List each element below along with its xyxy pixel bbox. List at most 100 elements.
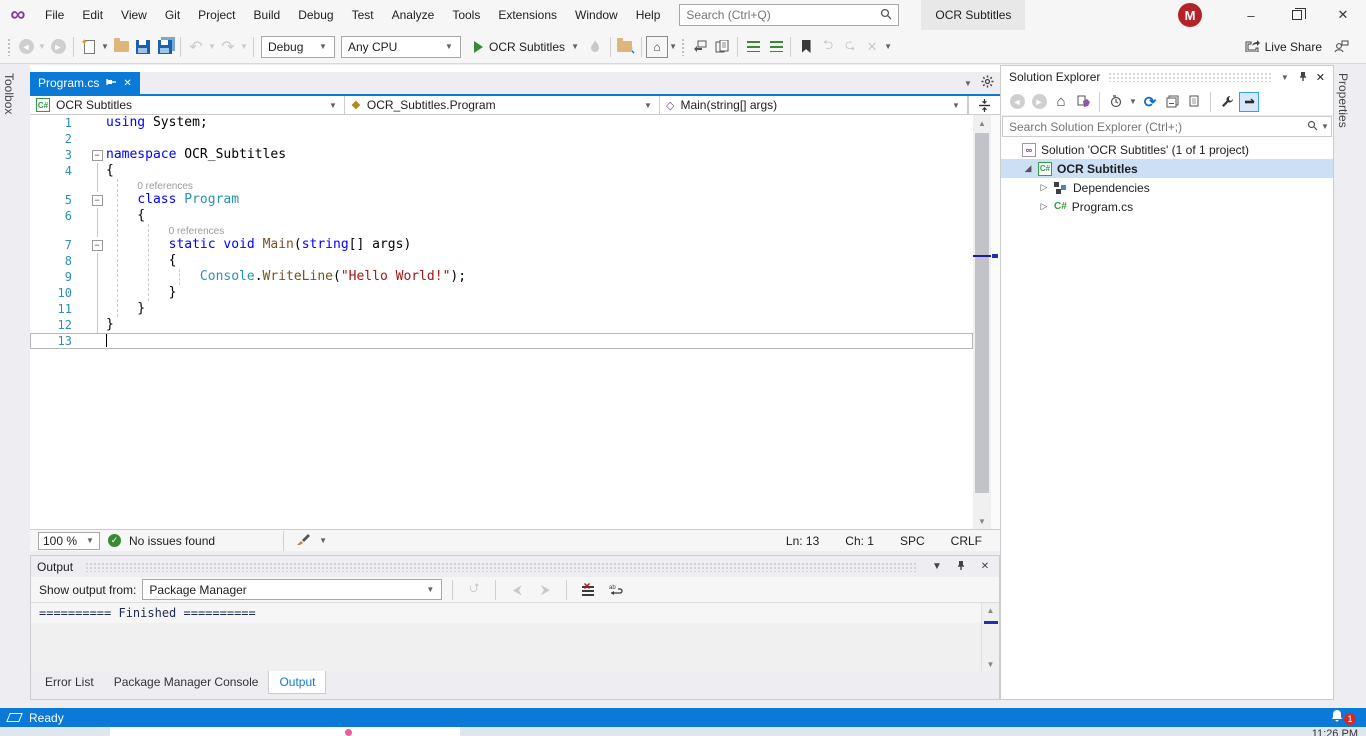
fold-collapse-icon[interactable]: −: [92, 195, 103, 206]
live-share-button[interactable]: Live Share: [1237, 34, 1330, 60]
scroll-up-icon[interactable]: ▲: [973, 115, 991, 131]
codelens-references[interactable]: 0 references: [137, 181, 193, 192]
line-number[interactable]: 5: [30, 192, 88, 208]
new-project-dropdown-icon[interactable]: ▼: [100, 42, 110, 51]
line-number[interactable]: 3: [30, 147, 88, 163]
toolbox-tab[interactable]: Toolbox: [0, 65, 18, 122]
code-line[interactable]: 4{: [30, 163, 973, 179]
code-line[interactable]: 3−namespace OCR_Subtitles: [30, 147, 973, 163]
fold-collapse-icon[interactable]: −: [92, 150, 103, 161]
undo-dropdown-icon[interactable]: ▼: [207, 42, 217, 51]
navigate-back-icon[interactable]: ◄: [15, 36, 37, 58]
toolbar-grip[interactable]: [7, 38, 12, 56]
codelens-references[interactable]: 0 references: [169, 226, 225, 237]
switch-views-icon[interactable]: [1073, 92, 1093, 112]
line-indicator[interactable]: Ln: 13: [786, 534, 819, 548]
output-scrollbar[interactable]: ▲ ▼: [981, 603, 999, 671]
scroll-down-icon[interactable]: ▼: [982, 657, 999, 671]
background-tasks-icon[interactable]: [6, 713, 23, 722]
paste-icon[interactable]: [711, 36, 733, 58]
active-files-dropdown-icon[interactable]: ▼: [963, 79, 973, 88]
menu-help[interactable]: Help: [627, 0, 670, 30]
tab-program-cs[interactable]: Program.cs ✕: [30, 72, 140, 94]
browser-dropdown-icon[interactable]: ▼: [668, 42, 678, 51]
save-icon[interactable]: [132, 36, 154, 58]
decrease-indent-icon[interactable]: [742, 36, 764, 58]
project-dropdown[interactable]: C# OCR Subtitles ▼: [30, 96, 345, 114]
home-icon[interactable]: ⌂: [1051, 92, 1071, 112]
code-line[interactable]: 13: [30, 333, 973, 349]
line-number[interactable]: [30, 179, 88, 192]
column-indicator[interactable]: Ch: 1: [845, 534, 874, 548]
pending-changes-filter-icon[interactable]: [1106, 92, 1126, 112]
line-number[interactable]: [30, 224, 88, 237]
menu-analyze[interactable]: Analyze: [383, 0, 444, 30]
solution-configurations-dropdown[interactable]: Debug▼: [261, 36, 335, 58]
tool-tab-package-manager-console[interactable]: Package Manager Console: [104, 671, 269, 693]
close-icon[interactable]: ✕: [1316, 71, 1325, 84]
pin-icon[interactable]: [1298, 70, 1308, 84]
preview-selected-items-toggle[interactable]: [1239, 92, 1259, 112]
menu-view[interactable]: View: [112, 0, 156, 30]
line-number[interactable]: 4: [30, 163, 88, 179]
save-all-icon[interactable]: [154, 36, 176, 58]
expander-icon[interactable]: ▷: [1039, 182, 1049, 193]
properties-wrench-icon[interactable]: [1217, 92, 1237, 112]
scroll-up-icon[interactable]: ▲: [982, 603, 999, 617]
menu-debug[interactable]: Debug: [289, 0, 342, 30]
scroll-down-icon[interactable]: ▼: [973, 513, 991, 529]
line-number[interactable]: 13: [30, 333, 88, 349]
output-content[interactable]: ========== Finished ========== ▲ ▼: [31, 603, 999, 671]
code-cleanup-dropdown-icon[interactable]: ▼: [318, 536, 328, 545]
output-header[interactable]: Output ▼ ✕: [31, 556, 999, 577]
notification-area[interactable]: 1: [1330, 709, 1358, 726]
code-cleanup-icon[interactable]: [296, 533, 310, 549]
next-message-icon[interactable]: ⮞: [534, 579, 556, 601]
filter-dropdown-icon[interactable]: ▼: [1128, 97, 1138, 106]
member-dropdown[interactable]: ◇ Main(string[] args) ▼: [660, 96, 968, 114]
line-number[interactable]: 7: [30, 237, 88, 253]
increase-indent-icon[interactable]: [764, 36, 786, 58]
line-number[interactable]: 8: [30, 253, 88, 269]
code-editor[interactable]: 1using System;23−namespace OCR_Subtitles…: [30, 115, 973, 529]
account-avatar[interactable]: M: [1178, 3, 1202, 27]
word-wrap-icon[interactable]: ab: [605, 579, 627, 601]
previous-bookmark-icon[interactable]: ⮌: [817, 36, 839, 58]
line-number[interactable]: 2: [30, 131, 88, 147]
output-source-dropdown[interactable]: Package Manager▼: [142, 579, 442, 600]
fold-collapse-icon[interactable]: −: [92, 240, 103, 251]
collapse-all-icon[interactable]: [1162, 92, 1182, 112]
codelens-row[interactable]: 0 references: [30, 224, 973, 237]
line-ending-indicator[interactable]: CRLF: [951, 534, 982, 548]
line-number[interactable]: 10: [30, 285, 88, 301]
toggle-bookmark-icon[interactable]: [795, 36, 817, 58]
tool-tab-error-list[interactable]: Error List: [35, 671, 104, 693]
clear-all-icon[interactable]: [577, 579, 599, 601]
minimize-button[interactable]: –: [1228, 0, 1274, 30]
line-number[interactable]: 9: [30, 269, 88, 285]
bookmarks-dropdown-icon[interactable]: ▼: [883, 42, 893, 51]
line-number[interactable]: 12: [30, 317, 88, 333]
code-line[interactable]: 9 Console.WriteLine("Hello World!");: [30, 269, 973, 285]
search-options-dropdown-icon[interactable]: ▼: [1321, 122, 1331, 131]
tree-item-solution-ocr-subtitles-1-of-1-project[interactable]: ∞Solution 'OCR Subtitles' (1 of 1 projec…: [1001, 140, 1333, 159]
tree-item-dependencies[interactable]: ▷Dependencies: [1001, 178, 1333, 197]
close-tab-icon[interactable]: ✕: [123, 78, 131, 89]
health-status[interactable]: No issues found: [129, 534, 215, 548]
code-line[interactable]: 11 }: [30, 301, 973, 317]
refresh-icon[interactable]: ⟳: [1140, 92, 1160, 112]
redo-icon[interactable]: ↷: [217, 36, 239, 58]
search-input[interactable]: [680, 8, 874, 22]
scrollbar-thumb[interactable]: [975, 133, 989, 493]
editor-vertical-scrollbar[interactable]: ▲ ▼: [973, 115, 991, 529]
menu-git[interactable]: Git: [156, 0, 189, 30]
restore-button[interactable]: [1274, 0, 1320, 30]
codelens-text[interactable]: 0 references: [106, 179, 973, 192]
start-debugging-button[interactable]: OCR Subtitles ▼: [470, 35, 584, 59]
line-number[interactable]: 1: [30, 115, 88, 131]
menu-project[interactable]: Project: [189, 0, 244, 30]
menu-test[interactable]: Test: [343, 0, 383, 30]
expander-icon[interactable]: ◢: [1023, 163, 1033, 174]
taskbar-clock[interactable]: 11:26 PM: [1312, 728, 1358, 736]
taskbar-app-icon[interactable]: [345, 729, 352, 736]
